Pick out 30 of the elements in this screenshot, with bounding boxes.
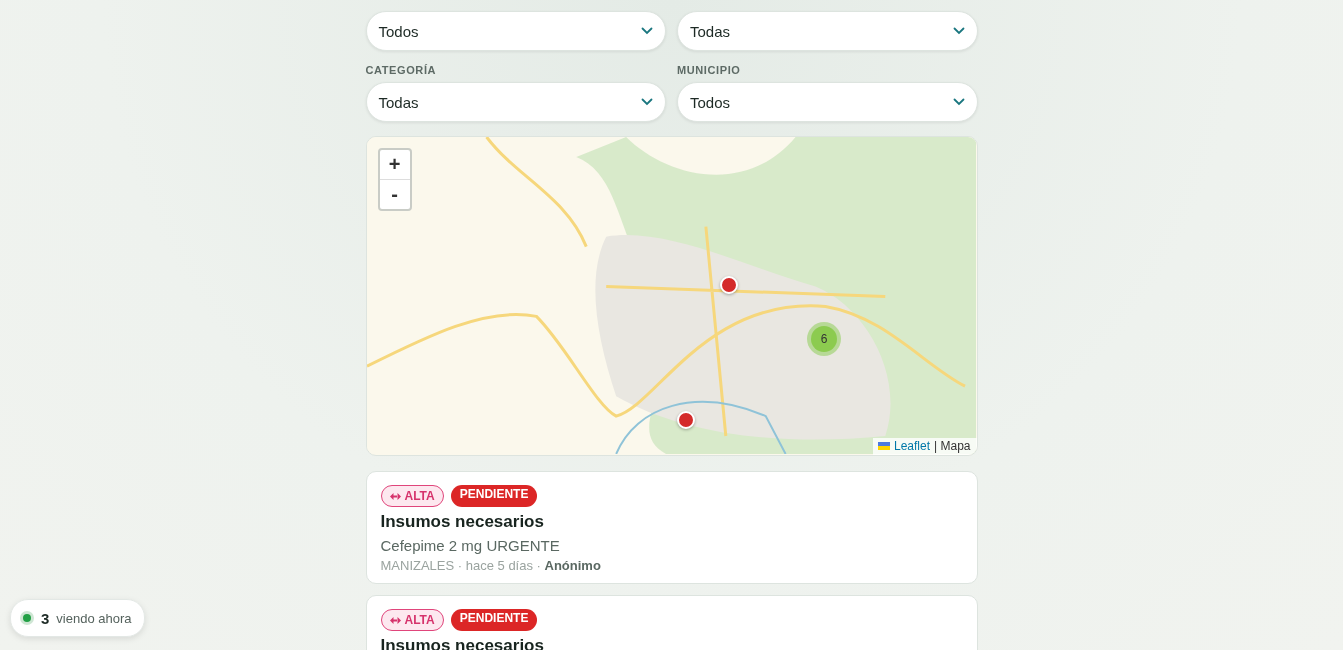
chevron-down-icon (952, 27, 965, 35)
double-arrow-icon (389, 616, 401, 624)
chevron-down-icon (952, 98, 965, 106)
report-title: Insumos necesarios (380, 512, 545, 532)
report-meta: MANIZALES · hace 5 días · Anónimo (380, 558, 602, 573)
filter-label: CATEGORÍA (365, 64, 438, 76)
report-description: Cefepime 2 mg URGENTE (380, 537, 561, 554)
marker-cluster[interactable]: 6 (807, 321, 841, 356)
filter-select[interactable]: Todos (365, 11, 666, 51)
zoom-in-button[interactable]: + (379, 150, 410, 180)
status-badge: PENDIENTE (450, 485, 538, 507)
filter-select[interactable]: Todas (677, 11, 978, 51)
chevron-down-icon (641, 98, 653, 106)
status-badge: PENDIENTE (450, 609, 538, 631)
flag-icon (878, 442, 890, 450)
filter-label: MUNICIPIO (677, 64, 742, 76)
online-dot-icon (20, 611, 34, 625)
map-tile[interactable] (366, 137, 977, 454)
viewer-count: 3 (41, 609, 50, 627)
chevron-down-icon (641, 27, 653, 35)
filter-select[interactable]: Todas (365, 82, 666, 122)
double-arrow-icon (389, 492, 401, 500)
zoom-out-button[interactable]: - (379, 180, 410, 209)
attribution-text: | Mapa (934, 439, 971, 453)
priority-badge: ALTA (380, 609, 444, 631)
priority-badge: ALTA (380, 485, 444, 507)
viewers-label: viendo ahora (56, 610, 132, 626)
filter-select[interactable]: Todos (677, 82, 978, 122)
report-card[interactable]: ALTA PENDIENTE Insumos necesarios Cefepime 2 mg URGENTE MANIZALES · hace 5 días · Anónimo (365, 471, 978, 584)
leaflet-link[interactable]: Leaflet (878, 439, 931, 453)
